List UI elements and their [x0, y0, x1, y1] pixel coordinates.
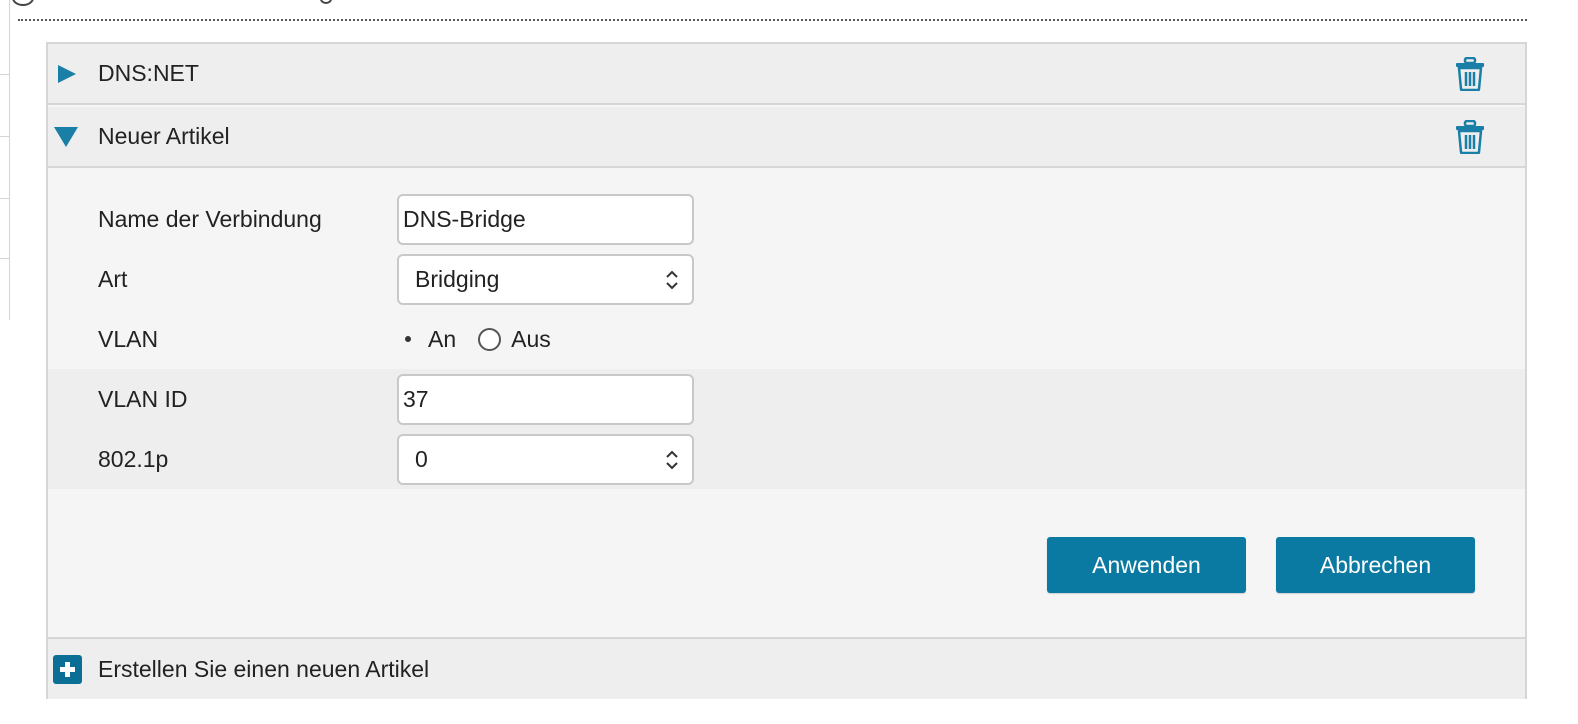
section-divider: [18, 19, 1527, 21]
accordion-item-dns-net[interactable]: DNS:NET: [48, 44, 1525, 105]
cropped-heading-glyph: [12, 0, 34, 6]
vlan-off-radio[interactable]: [478, 327, 502, 351]
form-row-connection-name: Name der Verbindung: [48, 189, 1525, 249]
sidebar-divider: [0, 136, 10, 137]
updown-chevron-icon: [666, 450, 678, 469]
accordion-item-label: DNS:NET: [98, 60, 199, 86]
sidebar-divider: [0, 74, 10, 75]
vlan-id-label: VLAN ID: [98, 385, 188, 412]
cropped-heading-glyph: [320, 0, 332, 4]
vlan-settings-block: VLAN ID 802.1p 0: [48, 369, 1525, 489]
vlan-id-input[interactable]: [397, 373, 694, 425]
type-selected-value: Bridging: [415, 265, 500, 292]
sidebar-divider: [0, 198, 10, 199]
sidebar-divider: [0, 258, 10, 259]
priority-select[interactable]: 0: [397, 433, 694, 485]
connection-name-label: Name der Verbindung: [98, 205, 322, 232]
vlan-label: VLAN: [98, 325, 159, 352]
trash-icon[interactable]: [1455, 56, 1485, 91]
priority-selected-value: 0: [415, 445, 428, 472]
form-row-priority: 802.1p 0: [48, 429, 1525, 489]
vlan-radio-group: An Aus: [403, 326, 551, 353]
triangle-down-icon[interactable]: [54, 126, 78, 147]
left-sidebar-edge: [0, 0, 10, 320]
updown-chevron-icon: [666, 270, 678, 289]
vlan-on-radio[interactable]: [405, 336, 411, 342]
form-row-vlan: VLAN An Aus: [48, 309, 1525, 369]
trash-icon[interactable]: [1455, 119, 1485, 154]
type-label: Art: [98, 265, 128, 292]
form-row-type: Art Bridging: [48, 249, 1525, 309]
plus-icon[interactable]: [53, 654, 82, 684]
triangle-right-icon[interactable]: [58, 64, 76, 83]
vlan-on-label[interactable]: An: [428, 326, 456, 353]
priority-label: 802.1p: [98, 445, 169, 472]
accordion-item-neuer-artikel[interactable]: Neuer Artikel: [48, 107, 1525, 168]
accordion-item-label: Neuer Artikel: [98, 123, 230, 149]
vlan-off-label[interactable]: Aus: [511, 326, 551, 353]
apply-button[interactable]: Anwenden: [1047, 537, 1246, 593]
form-row-vlan-id: VLAN ID: [48, 369, 1525, 429]
create-new-item-label: Erstellen Sie einen neuen Artikel: [98, 655, 430, 682]
type-select[interactable]: Bridging: [397, 253, 694, 305]
cancel-button[interactable]: Abbrechen: [1276, 537, 1475, 593]
create-new-item-row[interactable]: Erstellen Sie einen neuen Artikel: [48, 637, 1525, 699]
connection-name-input[interactable]: [397, 193, 694, 245]
connection-list-panel: DNS:NET Neuer Artikel Name der Verbindun…: [46, 42, 1527, 699]
